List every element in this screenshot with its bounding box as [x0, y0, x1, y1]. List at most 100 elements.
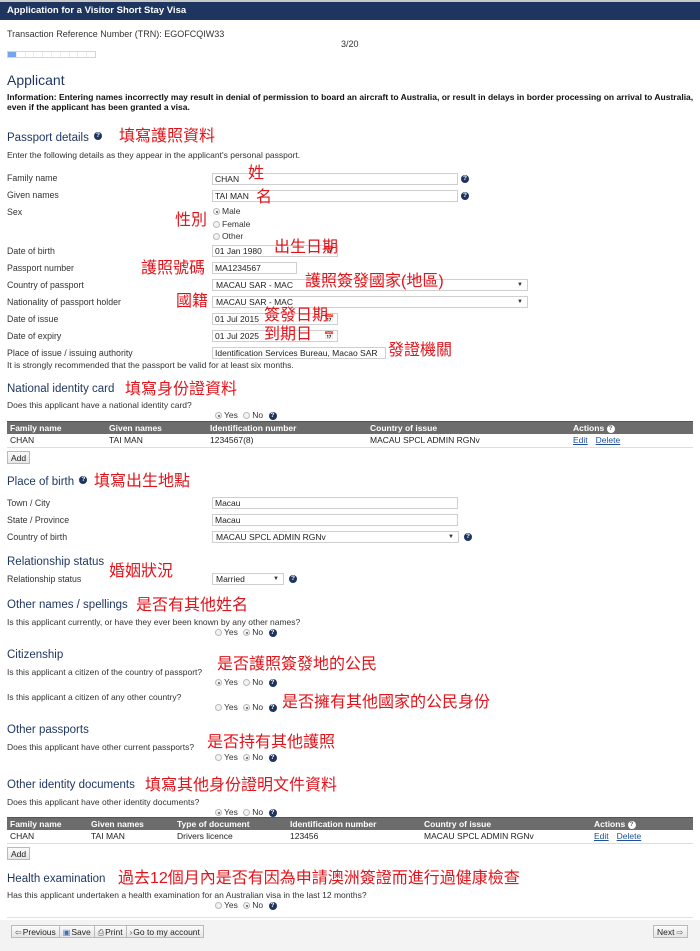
radio-no[interactable] [243, 754, 251, 762]
help-icon[interactable]: ? [268, 703, 277, 712]
other-docs-table: Family name Given names Type of document… [7, 817, 693, 844]
section-title-health: Health examination [7, 873, 106, 885]
option-no[interactable]: No [243, 752, 263, 762]
progress-segment [8, 52, 17, 57]
option-no[interactable]: No [243, 702, 263, 712]
section-title-national-id: National identity card [7, 383, 115, 395]
radio-no[interactable] [243, 679, 251, 687]
column-header: Country of issue [367, 421, 570, 434]
annotation-issuing-authority: 發證機關 [388, 342, 453, 359]
option-yes[interactable]: Yes [215, 900, 238, 910]
radio-no[interactable] [243, 902, 251, 910]
citizenship-question-2: Is this applicant a citizen of any other… [7, 692, 182, 702]
family-name-label: Family name [7, 173, 58, 183]
sex-option-female[interactable]: Female [213, 219, 250, 229]
relationship-select[interactable]: Married ▼ [212, 573, 284, 585]
annotation-other-names: 是否有其他姓名 [136, 597, 249, 614]
column-header: Identification number [207, 421, 367, 434]
issuing-authority-input[interactable]: Identification Services Bureau, Macao SA… [212, 347, 386, 359]
passport-number-input[interactable]: MA1234567 [212, 262, 297, 274]
save-button[interactable]: ▣Save [58, 925, 95, 938]
column-header-actions: Actions ? [591, 817, 693, 830]
help-icon[interactable]: ? [94, 132, 103, 140]
town-input[interactable]: Macau [212, 497, 458, 509]
other-names-radio-group: Yes No ? [215, 627, 277, 637]
help-icon[interactable]: ? [461, 175, 469, 183]
help-icon[interactable]: ? [79, 476, 88, 484]
help-icon[interactable]: ? [289, 575, 297, 583]
column-header-actions: Actions ? [570, 421, 693, 434]
help-icon[interactable]: ? [268, 628, 277, 637]
edit-link[interactable]: Edit [573, 435, 588, 445]
state-input[interactable]: Macau [212, 514, 458, 526]
radio-yes[interactable] [215, 679, 222, 687]
radio-yes[interactable] [215, 809, 222, 817]
add-other-doc-button[interactable]: Add [7, 847, 31, 860]
radio-no[interactable] [243, 629, 251, 637]
progress-segment [17, 52, 26, 57]
radio-yes[interactable] [215, 704, 222, 712]
option-yes[interactable]: Yes [215, 702, 238, 712]
help-icon[interactable]: ? [268, 678, 277, 687]
help-icon[interactable]: ? [461, 192, 469, 200]
radio-yes[interactable] [215, 412, 222, 420]
column-header: Identification number [287, 817, 421, 830]
delete-link[interactable]: Delete [596, 435, 621, 445]
dropdown-arrow-icon: ▼ [517, 299, 523, 305]
citizenship-2-radio-group: Yes No ? [215, 702, 277, 712]
option-no[interactable]: No [243, 900, 263, 910]
help-icon[interactable]: ? [268, 808, 277, 817]
add-national-id-button[interactable]: Add [7, 451, 31, 464]
annotation-date-of-expiry: 到期日 [264, 326, 313, 343]
annotation-country-of-passport: 護照簽發國家(地區) [305, 273, 444, 290]
go-to-account-button[interactable]: ›Go to my account [125, 925, 204, 938]
option-no[interactable]: No [243, 410, 263, 420]
radio-male[interactable] [213, 208, 220, 216]
column-header: Given names [88, 817, 174, 830]
option-yes[interactable]: Yes [215, 410, 238, 420]
radio-no[interactable] [243, 412, 251, 420]
progress-segment [87, 52, 95, 57]
option-yes[interactable]: Yes [215, 752, 238, 762]
help-icon[interactable]: ? [268, 411, 277, 420]
radio-no[interactable] [243, 704, 251, 712]
delete-link[interactable]: Delete [617, 831, 642, 841]
print-button[interactable]: ⎙Print [93, 925, 127, 938]
country-of-birth-select[interactable]: MACAU SPCL ADMIN RGNv ▼ [212, 531, 459, 543]
radio-yes[interactable] [215, 754, 222, 762]
radio-yes[interactable] [215, 902, 222, 910]
radio-other[interactable] [213, 233, 220, 241]
option-no[interactable]: No [243, 677, 263, 687]
annotation-relationship: 婚姻狀況 [109, 563, 174, 580]
option-yes[interactable]: Yes [215, 627, 238, 637]
next-button[interactable]: Next ⇨ [653, 925, 689, 938]
radio-yes[interactable] [215, 629, 222, 637]
radio-no[interactable] [243, 809, 251, 817]
edit-link[interactable]: Edit [594, 831, 609, 841]
option-no[interactable]: No [243, 627, 263, 637]
national-id-question: Does this applicant have a national iden… [7, 400, 192, 410]
nationality-select[interactable]: MACAU SAR - MAC ▼ [212, 296, 528, 308]
progress-segment [70, 52, 79, 57]
annotation-sex: 性別 [175, 212, 208, 229]
section-title-relationship: Relationship status [7, 556, 105, 568]
help-icon[interactable]: ? [627, 820, 636, 829]
column-header: Family name [7, 421, 106, 434]
option-yes[interactable]: Yes [215, 677, 238, 687]
help-icon[interactable]: ? [268, 753, 277, 762]
sex-option-other[interactable]: Other [213, 231, 243, 241]
progress-segment [78, 52, 88, 57]
sex-option-male[interactable]: Male [213, 206, 240, 216]
option-yes[interactable]: Yes [215, 807, 238, 817]
section-title-citizenship: Citizenship [7, 649, 64, 661]
cell-given-names: TAI MAN [106, 434, 207, 448]
option-no[interactable]: No [243, 807, 263, 817]
calendar-icon[interactable]: 📅 [324, 331, 334, 341]
help-icon[interactable]: ? [268, 901, 277, 910]
help-icon[interactable]: ? [606, 424, 615, 433]
previous-button[interactable]: ⇦Previous [11, 925, 60, 938]
given-names-input[interactable]: TAI MAN [212, 190, 458, 202]
trn-label: Transaction Reference Number (TRN): EGOF… [7, 29, 225, 39]
help-icon[interactable]: ? [464, 533, 472, 541]
radio-female[interactable] [213, 221, 220, 229]
